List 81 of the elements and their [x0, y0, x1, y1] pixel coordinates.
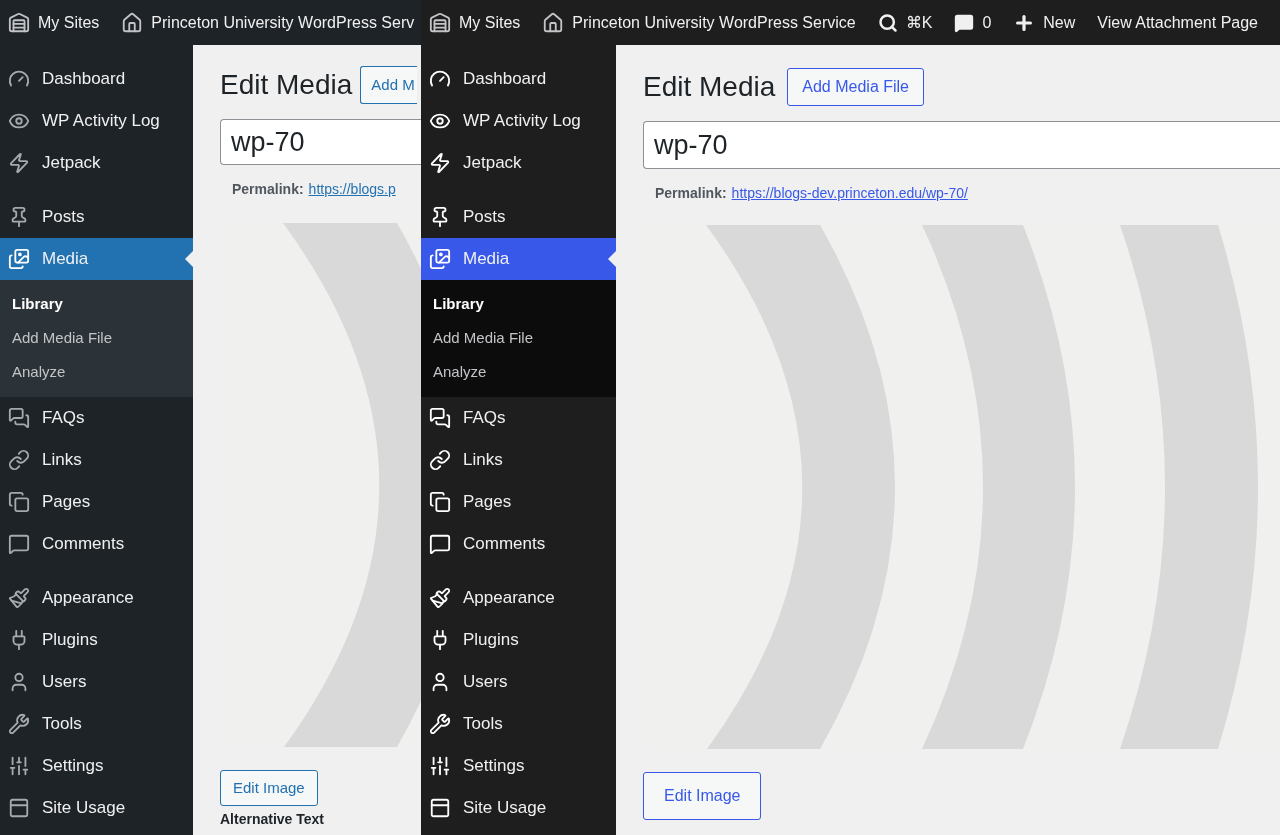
menu-item[interactable]: Comments — [421, 523, 616, 565]
pages-icon — [8, 491, 30, 513]
permalink-link[interactable]: https://blogs.p — [308, 178, 396, 200]
brush-icon — [429, 587, 451, 609]
admin-bar-link[interactable]: Princeton University WordPress Serv — [121, 10, 415, 35]
menu-item[interactable]: Site Usage — [421, 787, 616, 829]
menu-item[interactable]: Plugins — [0, 619, 193, 661]
permalink-label: Permalink: — [232, 179, 304, 199]
speech-bubble-icon — [8, 533, 30, 555]
menu-item[interactable]: Pages — [421, 481, 616, 523]
menu-item[interactable]: Pages — [0, 481, 193, 523]
add-media-button[interactable]: Add M — [360, 66, 417, 104]
submenu-item[interactable]: Library — [421, 287, 616, 321]
submenu-item[interactable]: Add Media File — [421, 321, 616, 355]
menu-item[interactable]: WP Activity Log — [421, 100, 616, 142]
menu-item[interactable]: Appearance — [421, 577, 616, 619]
menu-item[interactable]: Plugins — [421, 619, 616, 661]
menu-item[interactable]: Links — [421, 439, 616, 481]
menu-item[interactable]: Settings — [0, 745, 193, 787]
submenu-item[interactable]: Library — [0, 287, 193, 321]
field-label: Alternative Text — [220, 811, 325, 827]
submenu-item[interactable]: Analyze — [0, 355, 193, 389]
admin-bar-link[interactable]: My Sites — [429, 10, 521, 35]
admin-bar-link[interactable]: My Sites — [8, 10, 100, 35]
menu-item[interactable]: Media — [421, 238, 616, 280]
menu-item[interactable]: Jetpack — [421, 142, 616, 184]
edit-image-button[interactable]: Edit Image — [643, 772, 762, 820]
admin-bar-link[interactable]: New — [1013, 10, 1076, 35]
edit-image-button[interactable]: Edit Image — [220, 770, 318, 806]
menu-item[interactable]: Posts — [0, 196, 193, 238]
brush-icon — [8, 587, 30, 609]
page-title: Edit Media — [643, 70, 776, 104]
add-media-button[interactable]: Add Media File — [787, 68, 924, 106]
bolt-icon — [429, 152, 451, 174]
submenu-item[interactable]: Add Media File — [0, 321, 193, 355]
title-field[interactable]: wp-70 — [220, 119, 421, 165]
permalink-link[interactable]: https://blogs-dev.princeton.edu/wp-70/ — [731, 182, 968, 204]
link-icon — [429, 449, 451, 471]
menu-item[interactable]: Tools — [421, 703, 616, 745]
media-icon — [429, 248, 451, 270]
admin-bar-link[interactable]: ⌘K — [877, 10, 933, 35]
speech-bubble-icon — [429, 533, 451, 555]
menu-item[interactable]: FAQs — [0, 397, 193, 439]
admin-bar-link[interactable]: Princeton University WordPress Service — [542, 10, 856, 35]
title-field[interactable]: wp-70 — [643, 121, 1280, 169]
sliders-icon — [429, 755, 451, 777]
permalink-label: Permalink: — [655, 183, 727, 203]
menu-item[interactable]: Appearance — [0, 577, 193, 619]
menu-item[interactable]: Dashboard — [0, 58, 193, 100]
table-icon — [8, 797, 30, 819]
admin-bar-link[interactable]: View Attachment Page — [1097, 10, 1258, 35]
speech-bubbles-icon — [429, 407, 451, 429]
menu-item[interactable]: Media — [0, 238, 193, 280]
wrench-icon — [8, 713, 30, 735]
menu-item[interactable]: Users — [0, 661, 193, 703]
menu-item[interactable]: Tools — [0, 703, 193, 745]
menu-item[interactable]: Jetpack — [0, 142, 193, 184]
search-icon — [877, 12, 898, 33]
menu-item[interactable]: Site Usage — [0, 787, 193, 829]
wrench-icon — [429, 713, 451, 735]
menu-item[interactable]: Users — [421, 661, 616, 703]
menu-item[interactable]: Settings — [421, 745, 616, 787]
submenu-item[interactable]: Analyze — [421, 355, 616, 389]
house-icon — [121, 11, 144, 34]
pages-icon — [429, 491, 451, 513]
menu-item[interactable]: Dashboard — [421, 58, 616, 100]
menu-item[interactable]: Links — [0, 439, 193, 481]
page-title: Edit Media — [220, 68, 353, 102]
menu-item[interactable]: Posts — [421, 196, 616, 238]
bolt-icon — [8, 152, 30, 174]
menu-item[interactable]: FAQs — [421, 397, 616, 439]
speech-bubbles-icon — [8, 407, 30, 429]
house-icon — [542, 11, 565, 34]
table-icon — [429, 797, 451, 819]
menu-item[interactable]: WP Activity Log — [0, 100, 193, 142]
sliders-icon — [8, 755, 30, 777]
speech-bubble-icon — [954, 12, 975, 33]
link-icon — [8, 449, 30, 471]
media-icon — [8, 248, 30, 270]
menu-item[interactable]: Comments — [0, 523, 193, 565]
admin-bar-link[interactable]: 0 — [954, 10, 992, 35]
